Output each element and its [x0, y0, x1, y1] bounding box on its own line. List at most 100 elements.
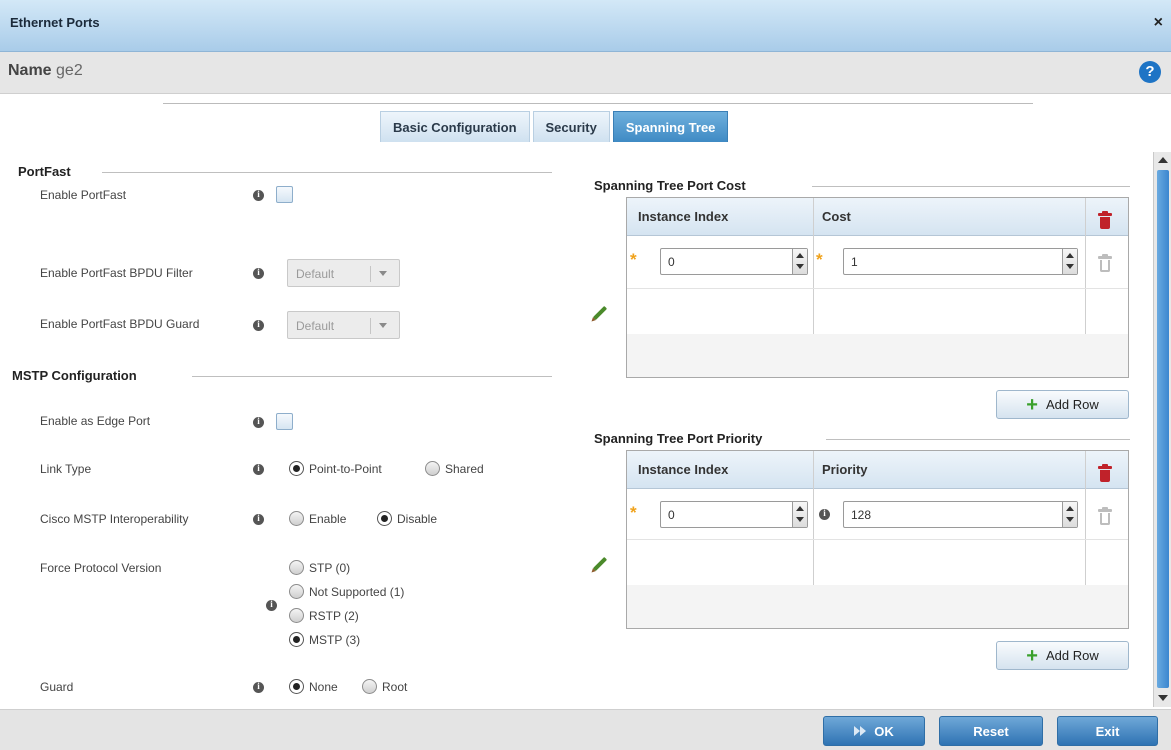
row-divider [627, 539, 1128, 540]
scroll-up-icon[interactable] [1158, 157, 1168, 163]
radio-label: Shared [445, 461, 484, 476]
port-cost-section-title: Spanning Tree Port Cost [594, 178, 746, 193]
spinner-down-icon[interactable] [1066, 517, 1074, 522]
tab-security[interactable]: Security [532, 111, 610, 142]
add-row-button[interactable]: + Add Row [996, 641, 1129, 670]
force-protocol-label: Force Protocol Version [40, 561, 162, 575]
radio-label: Disable [397, 511, 438, 526]
scroll-down-icon[interactable] [1158, 695, 1168, 701]
force-protocol-mstp-radio[interactable]: MSTP (3) [289, 632, 360, 647]
instance-index-value: 0 [668, 508, 675, 522]
force-protocol-not-supported-radio[interactable]: Not Supported (1) [289, 584, 404, 599]
delete-row-trash-icon[interactable] [1098, 254, 1112, 272]
bpdu-guard-select[interactable]: Default [287, 311, 400, 339]
link-type-shared-radio[interactable]: Shared [425, 461, 484, 476]
port-priority-section-header: Spanning Tree Port Priority [594, 431, 1130, 446]
delete-all-trash-icon[interactable] [1098, 464, 1112, 482]
plus-icon: + [1026, 393, 1038, 416]
info-icon[interactable] [266, 598, 277, 613]
add-row-label: Add Row [1045, 648, 1099, 663]
guard-none-radio[interactable]: None [289, 679, 338, 694]
add-row-label: Add Row [1045, 397, 1099, 412]
guard-root-radio[interactable]: Root [362, 679, 407, 694]
radio-dot [289, 461, 304, 476]
instance-index-spinner[interactable]: 0 [660, 248, 808, 275]
section-rule [812, 186, 1130, 187]
vertical-scrollbar[interactable] [1153, 152, 1171, 707]
instance-index-value: 0 [668, 255, 675, 269]
ok-button[interactable]: OK [823, 716, 925, 746]
bpdu-filter-select[interactable]: Default [287, 259, 400, 287]
info-icon[interactable] [253, 266, 264, 281]
spinner-buttons [1062, 249, 1077, 274]
table-row [627, 585, 1128, 628]
spinner-up-icon[interactable] [796, 506, 804, 511]
info-icon[interactable] [253, 415, 264, 430]
portfast-section-title: PortFast [18, 164, 71, 179]
force-protocol-rstp-radio[interactable]: RSTP (2) [289, 608, 359, 623]
force-protocol-stp-radio[interactable]: STP (0) [289, 560, 350, 575]
info-icon[interactable] [253, 462, 264, 477]
pencil-icon[interactable] [592, 556, 608, 572]
cisco-interop-label: Cisco MSTP Interoperability [40, 512, 189, 526]
help-icon[interactable]: ? [1139, 61, 1161, 83]
info-icon[interactable] [819, 507, 830, 522]
asterisk-icon: * [816, 250, 823, 269]
column-header-instance-index: Instance Index [638, 462, 729, 477]
spinner-down-icon[interactable] [1066, 264, 1074, 269]
reset-label: Reset [973, 723, 1009, 739]
tab-divider [163, 103, 1033, 104]
portfast-section-header: PortFast [18, 164, 552, 179]
tab-basic-configuration[interactable]: Basic Configuration [380, 111, 530, 142]
link-type-point-to-point-radio[interactable]: Point-to-Point [289, 461, 382, 476]
close-icon[interactable]: × [1154, 14, 1163, 32]
delete-all-trash-icon[interactable] [1098, 211, 1112, 229]
radio-label: Enable [309, 511, 347, 526]
cost-spinner[interactable]: 1 [843, 248, 1078, 275]
add-row-button[interactable]: + Add Row [996, 390, 1129, 419]
info-icon[interactable] [253, 188, 264, 203]
column-header-priority: Priority [822, 462, 868, 477]
section-rule [826, 439, 1130, 440]
spinner-down-icon[interactable] [796, 517, 804, 522]
radio-dot [289, 511, 304, 526]
reset-button[interactable]: Reset [939, 716, 1043, 746]
link-type-label: Link Type [40, 462, 92, 476]
priority-value: 128 [851, 508, 872, 522]
section-rule [102, 172, 552, 173]
cisco-interop-enable-radio[interactable]: Enable [289, 511, 346, 526]
delete-row-trash-icon[interactable] [1098, 507, 1112, 525]
spinner-buttons [1062, 502, 1077, 527]
table-row [627, 334, 1128, 377]
bpdu-filter-label: Enable PortFast BPDU Filter [40, 266, 193, 280]
info-icon[interactable] [253, 680, 264, 695]
priority-spinner[interactable]: 128 [843, 501, 1078, 528]
cisco-interop-disable-radio[interactable]: Disable [377, 511, 437, 526]
edge-port-checkbox[interactable] [276, 413, 293, 430]
info-icon[interactable] [253, 512, 264, 527]
section-rule [192, 376, 552, 377]
exit-label: Exit [1095, 723, 1120, 739]
tab-spanning-tree[interactable]: Spanning Tree [612, 111, 729, 142]
asterisk-icon: * [630, 503, 637, 522]
radio-dot [289, 584, 304, 599]
chevron-down-icon [379, 271, 387, 276]
info-icon[interactable] [253, 318, 264, 333]
spinner-down-icon[interactable] [796, 264, 804, 269]
pencil-icon[interactable] [592, 305, 608, 321]
scrollbar-thumb[interactable] [1157, 170, 1169, 688]
enable-portfast-checkbox[interactable] [276, 186, 293, 203]
footer-bar: OK Reset Exit [0, 709, 1171, 750]
name-value: ge2 [56, 62, 83, 79]
spinner-up-icon[interactable] [1066, 253, 1074, 258]
instance-index-spinner[interactable]: 0 [660, 501, 808, 528]
exit-button[interactable]: Exit [1057, 716, 1158, 746]
cost-value: 1 [851, 255, 858, 269]
radio-dot [289, 679, 304, 694]
spinner-buttons [792, 502, 807, 527]
bpdu-guard-label: Enable PortFast BPDU Guard [40, 317, 200, 331]
spinner-up-icon[interactable] [1066, 506, 1074, 511]
tab-bar: Basic Configuration Security Spanning Tr… [380, 111, 729, 142]
spinner-buttons [792, 249, 807, 274]
spinner-up-icon[interactable] [796, 253, 804, 258]
